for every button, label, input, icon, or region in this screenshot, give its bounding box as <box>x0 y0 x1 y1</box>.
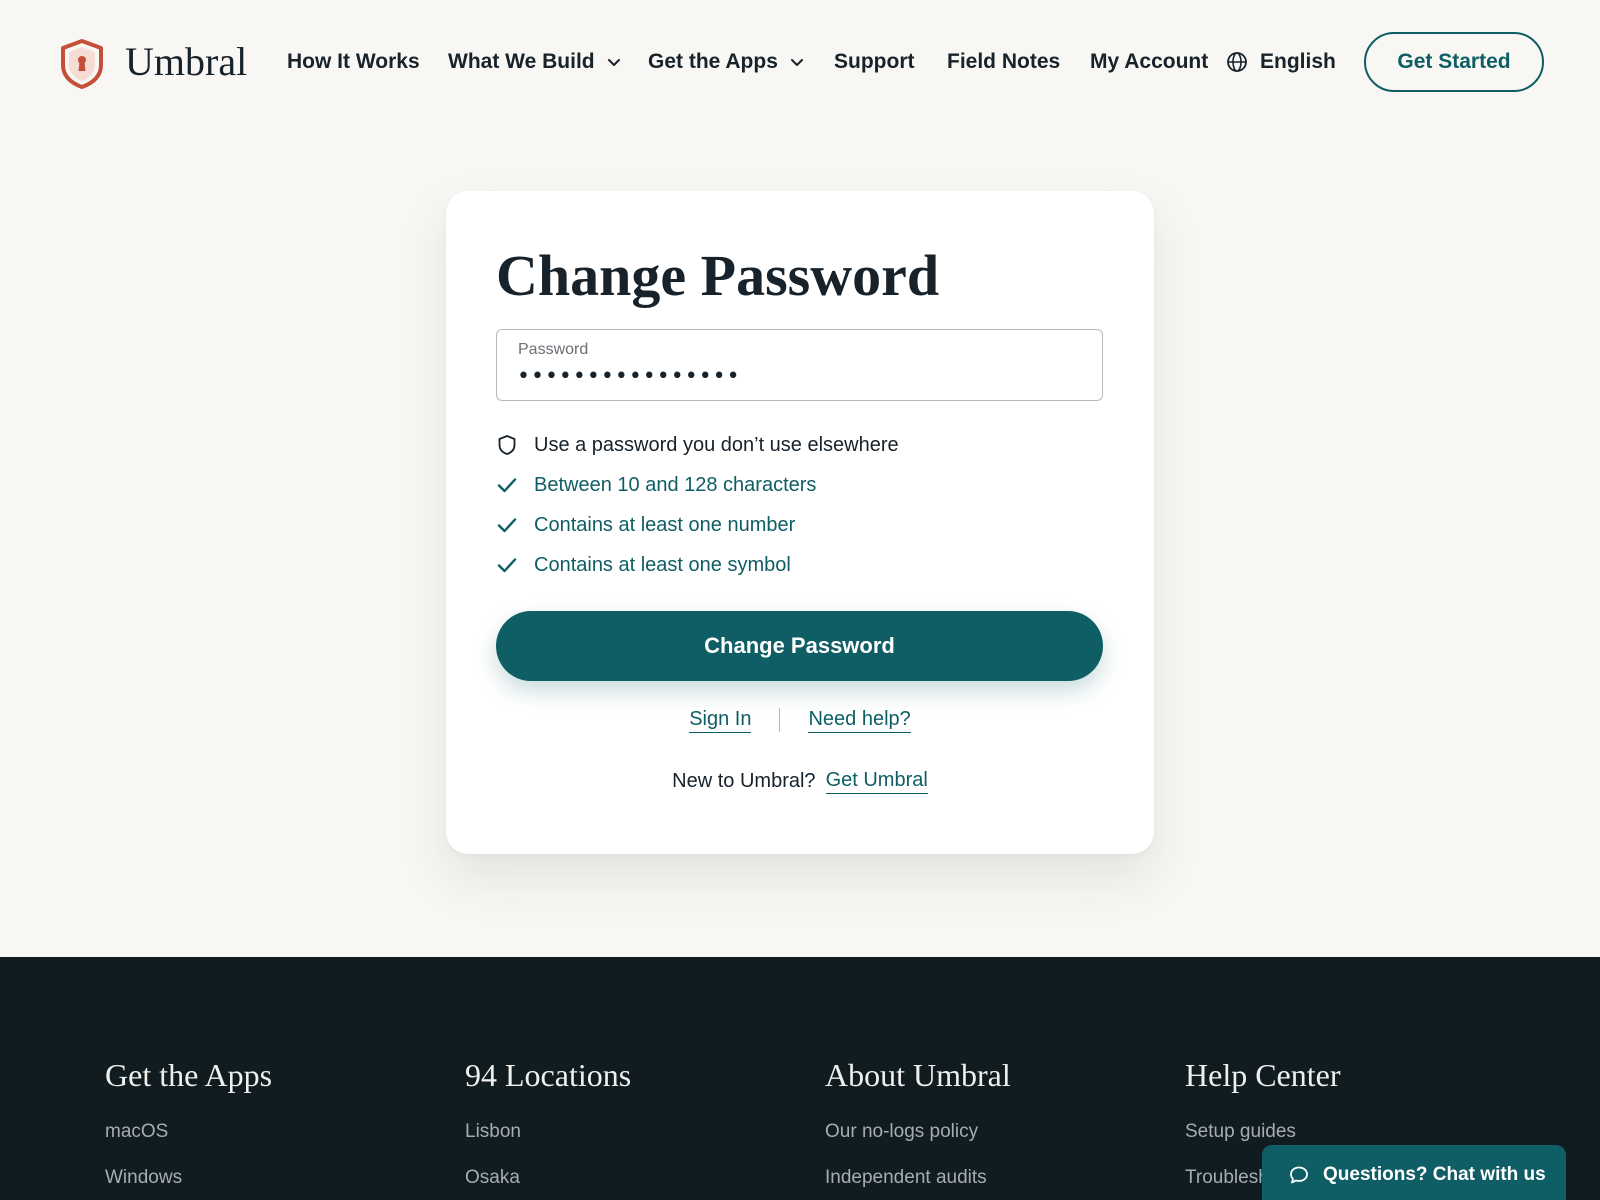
footer-column: 94 Locations Lisbon Osaka <box>465 1055 805 1190</box>
signup-prompt: New to Umbral? Get Umbral <box>446 766 1154 796</box>
change-password-button[interactable]: Change Password <box>496 611 1103 681</box>
nav-label: Support <box>834 50 915 73</box>
footer-heading: About Umbral <box>825 1057 1011 1093</box>
nav-my-account[interactable]: My Account <box>1090 48 1208 76</box>
site-header: Umbral How It Works What We Build Get th… <box>0 0 1600 126</box>
footer-link[interactable]: Setup guides <box>1185 1120 1525 1144</box>
change-password-card: Change Password Password •••••••••••••••… <box>446 191 1154 854</box>
nav-support[interactable]: Support <box>834 48 914 76</box>
password-label: Password <box>518 341 589 358</box>
chat-widget-button[interactable]: Questions? Chat with us <box>1262 1145 1566 1200</box>
requirement-text: Contains at least one symbol <box>534 553 791 576</box>
auth-links: Sign In Need help? <box>446 705 1154 735</box>
footer-link[interactable]: Lisbon <box>465 1120 805 1144</box>
footer-link[interactable]: macOS <box>105 1120 445 1144</box>
nav-get-the-apps[interactable]: Get the Apps <box>648 48 804 76</box>
shield-icon <box>496 434 518 456</box>
nav-label: What We Build <box>448 50 595 73</box>
footer-link[interactable]: Independent audits <box>825 1166 1165 1190</box>
chat-bubble-icon <box>1288 1164 1310 1186</box>
footer-heading: 94 Locations <box>465 1057 632 1093</box>
chevron-down-icon <box>607 55 621 69</box>
password-input[interactable]: •••••••••••••••• <box>517 366 741 388</box>
check-icon <box>496 474 518 496</box>
new-user-text: New to Umbral? <box>672 769 816 792</box>
requirement-item: Contains at least one number <box>496 505 1103 545</box>
footer-heading: Get the Apps <box>105 1057 273 1093</box>
chevron-down-icon <box>790 55 804 69</box>
footer-link[interactable]: Our no-logs policy <box>825 1120 1165 1144</box>
requirement-item: Contains at least one symbol <box>496 545 1103 585</box>
need-help-link[interactable]: Need help? <box>808 707 911 733</box>
nav-what-we-build[interactable]: What We Build <box>448 48 621 76</box>
language-label: English <box>1260 50 1336 73</box>
password-requirements: Use a password you don’t use elsewhere B… <box>496 425 1103 585</box>
requirement-item: Use a password you don’t use elsewhere <box>496 425 1103 465</box>
requirement-text: Contains at least one number <box>534 513 796 536</box>
requirement-text: Use a password you don’t use elsewhere <box>534 433 899 456</box>
nav-how-it-works[interactable]: How It Works <box>287 48 420 76</box>
chat-label: Questions? Chat with us <box>1323 1164 1546 1185</box>
get-started-button[interactable]: Get Started <box>1364 32 1544 92</box>
password-field[interactable]: Password •••••••••••••••• <box>496 329 1103 401</box>
divider <box>779 708 781 732</box>
requirement-item: Between 10 and 128 characters <box>496 465 1103 505</box>
check-icon <box>496 554 518 576</box>
nav-label: My Account <box>1090 50 1209 73</box>
globe-icon <box>1226 51 1248 73</box>
nav-label: How It Works <box>287 50 420 73</box>
nav-label: Get the Apps <box>648 50 778 73</box>
brand-wordmark[interactable]: Umbral <box>125 38 247 86</box>
footer-column: About Umbral Our no-logs policy Independ… <box>825 1055 1165 1190</box>
sign-in-link[interactable]: Sign In <box>689 707 752 733</box>
requirement-text: Between 10 and 128 characters <box>534 473 817 496</box>
get-umbral-link[interactable]: Get Umbral <box>825 768 928 794</box>
footer-link[interactable]: Windows <box>105 1166 445 1190</box>
nav-field-notes[interactable]: Field Notes <box>947 48 1060 76</box>
page-title: Change Password <box>496 243 940 308</box>
footer-column: Get the Apps macOS Windows <box>105 1055 445 1190</box>
footer-heading: Help Center <box>1185 1057 1341 1093</box>
language-selector[interactable]: English <box>1226 48 1336 76</box>
shield-logo-icon[interactable] <box>58 38 106 90</box>
nav-label: Field Notes <box>947 50 1061 73</box>
footer-link[interactable]: Osaka <box>465 1166 805 1190</box>
check-icon <box>496 514 518 536</box>
